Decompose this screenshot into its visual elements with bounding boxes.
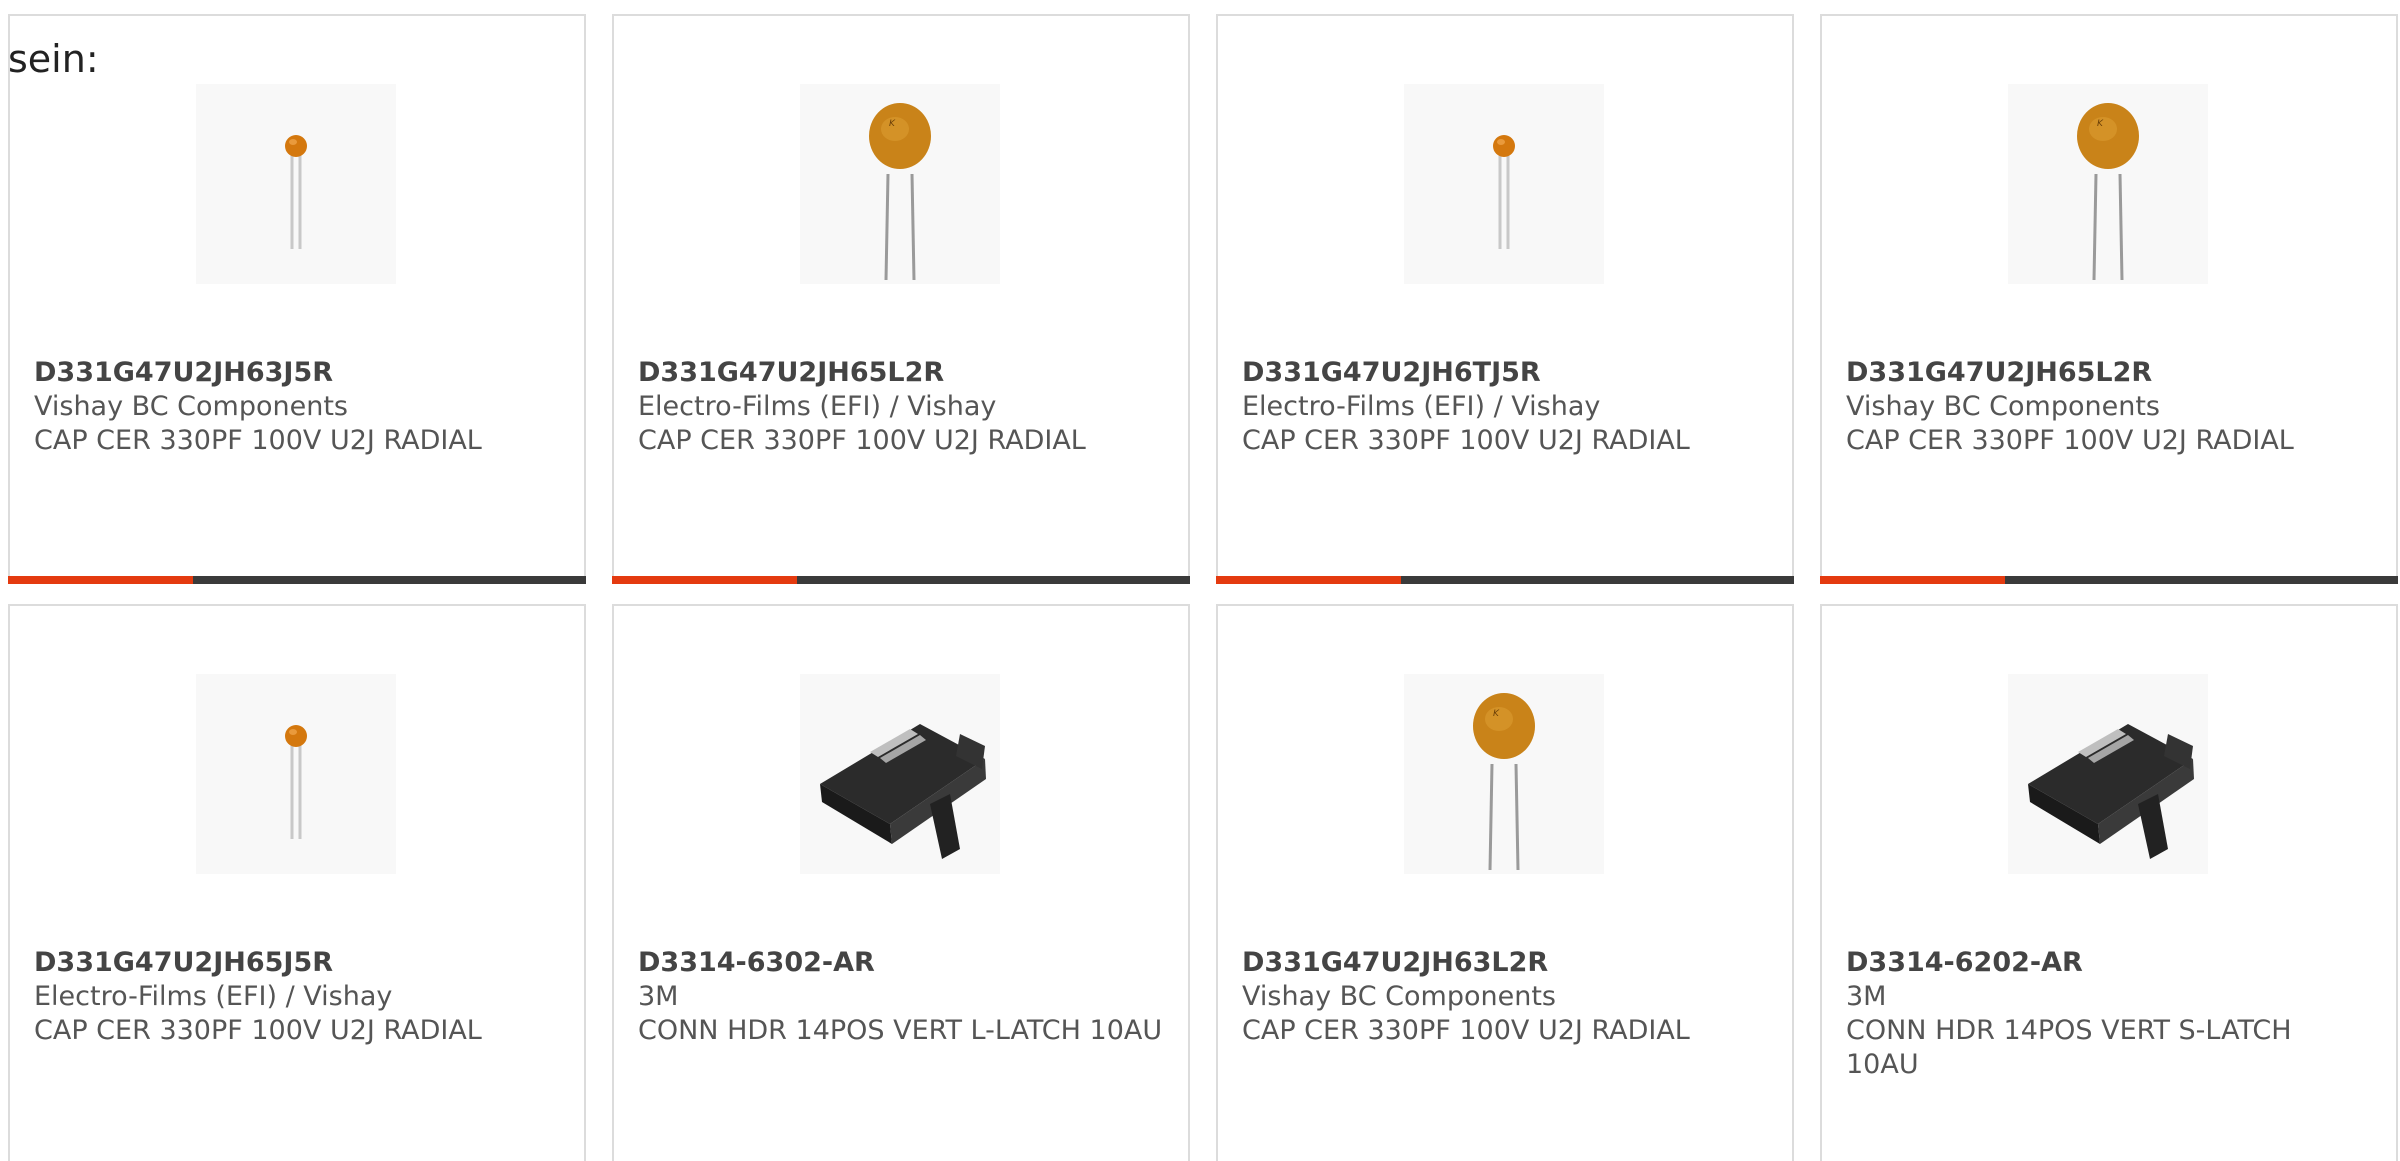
description: CONN HDR 14POS VERT S-LATCH 10AU — [1846, 1015, 2292, 1080]
manufacturer: 3M — [638, 981, 679, 1012]
manufacturer: Vishay BC Components — [34, 391, 348, 422]
page-heading: sein: — [8, 37, 99, 81]
part-number[interactable]: D331G47U2JH65L2R — [1846, 356, 2372, 390]
manufacturer: 3M — [1846, 981, 1887, 1012]
manufacturer: Vishay BC Components — [1242, 981, 1556, 1012]
manufacturer: Vishay BC Components — [1846, 391, 2160, 422]
part-number[interactable]: D3314-6202-AR — [1846, 946, 2372, 980]
progress-bar — [612, 576, 1190, 584]
header-connector-icon — [2008, 674, 2208, 874]
product-card[interactable]: D331G47U2JH65J5R Electro-Films (EFI) / V… — [8, 604, 586, 1161]
description: CONN HDR 14POS VERT L-LATCH 10AU — [638, 1015, 1163, 1046]
manufacturer: Electro-Films (EFI) / Vishay — [1242, 391, 1601, 422]
part-number[interactable]: D3314-6302-AR — [638, 946, 1164, 980]
ceramic-capacitor-icon: K — [800, 84, 1000, 284]
ceramic-capacitor-icon — [1404, 84, 1604, 284]
ceramic-capacitor-icon: K — [2008, 84, 2208, 284]
part-number[interactable]: D331G47U2JH63J5R — [34, 356, 560, 390]
progress-fill — [1820, 576, 2005, 584]
part-number[interactable]: D331G47U2JH6TJ5R — [1242, 356, 1768, 390]
product-grid-page: sein: D331G47U2JH63J5R Vishay BC Compone… — [0, 0, 2400, 1161]
description: CAP CER 330PF 100V U2J RADIAL — [1242, 425, 1690, 456]
product-card[interactable]: K D331G47U2JH65L2R Electro-Films (EFI) /… — [612, 14, 1190, 584]
part-number[interactable]: D331G47U2JH65J5R — [34, 946, 560, 980]
description: CAP CER 330PF 100V U2J RADIAL — [1846, 425, 2294, 456]
product-card[interactable]: K D331G47U2JH63L2R Vishay BC Components … — [1216, 604, 1794, 1161]
ceramic-capacitor-icon — [196, 674, 396, 874]
product-card[interactable]: D331G47U2JH63J5R Vishay BC Components CA… — [8, 14, 586, 584]
description: CAP CER 330PF 100V U2J RADIAL — [1242, 1015, 1690, 1046]
ceramic-capacitor-icon — [196, 84, 396, 284]
description: CAP CER 330PF 100V U2J RADIAL — [638, 425, 1086, 456]
description: CAP CER 330PF 100V U2J RADIAL — [34, 1015, 482, 1046]
progress-fill — [8, 576, 193, 584]
part-number[interactable]: D331G47U2JH63L2R — [1242, 946, 1768, 980]
product-card[interactable]: D3314-6202-AR 3M CONN HDR 14POS VERT S-L… — [1820, 604, 2398, 1161]
progress-bar — [8, 576, 586, 584]
product-card[interactable]: K D331G47U2JH65L2R Vishay BC Components … — [1820, 14, 2398, 584]
progress-fill — [612, 576, 797, 584]
part-number[interactable]: D331G47U2JH65L2R — [638, 356, 1164, 390]
product-card[interactable]: D3314-6302-AR 3M CONN HDR 14POS VERT L-L… — [612, 604, 1190, 1161]
header-connector-icon — [800, 674, 1000, 874]
manufacturer: Electro-Films (EFI) / Vishay — [638, 391, 997, 422]
product-card[interactable]: D331G47U2JH6TJ5R Electro-Films (EFI) / V… — [1216, 14, 1794, 584]
progress-bar — [1820, 576, 2398, 584]
progress-fill — [1216, 576, 1401, 584]
progress-bar — [1216, 576, 1794, 584]
description: CAP CER 330PF 100V U2J RADIAL — [34, 425, 482, 456]
ceramic-capacitor-icon: K — [1404, 674, 1604, 874]
manufacturer: Electro-Films (EFI) / Vishay — [34, 981, 393, 1012]
